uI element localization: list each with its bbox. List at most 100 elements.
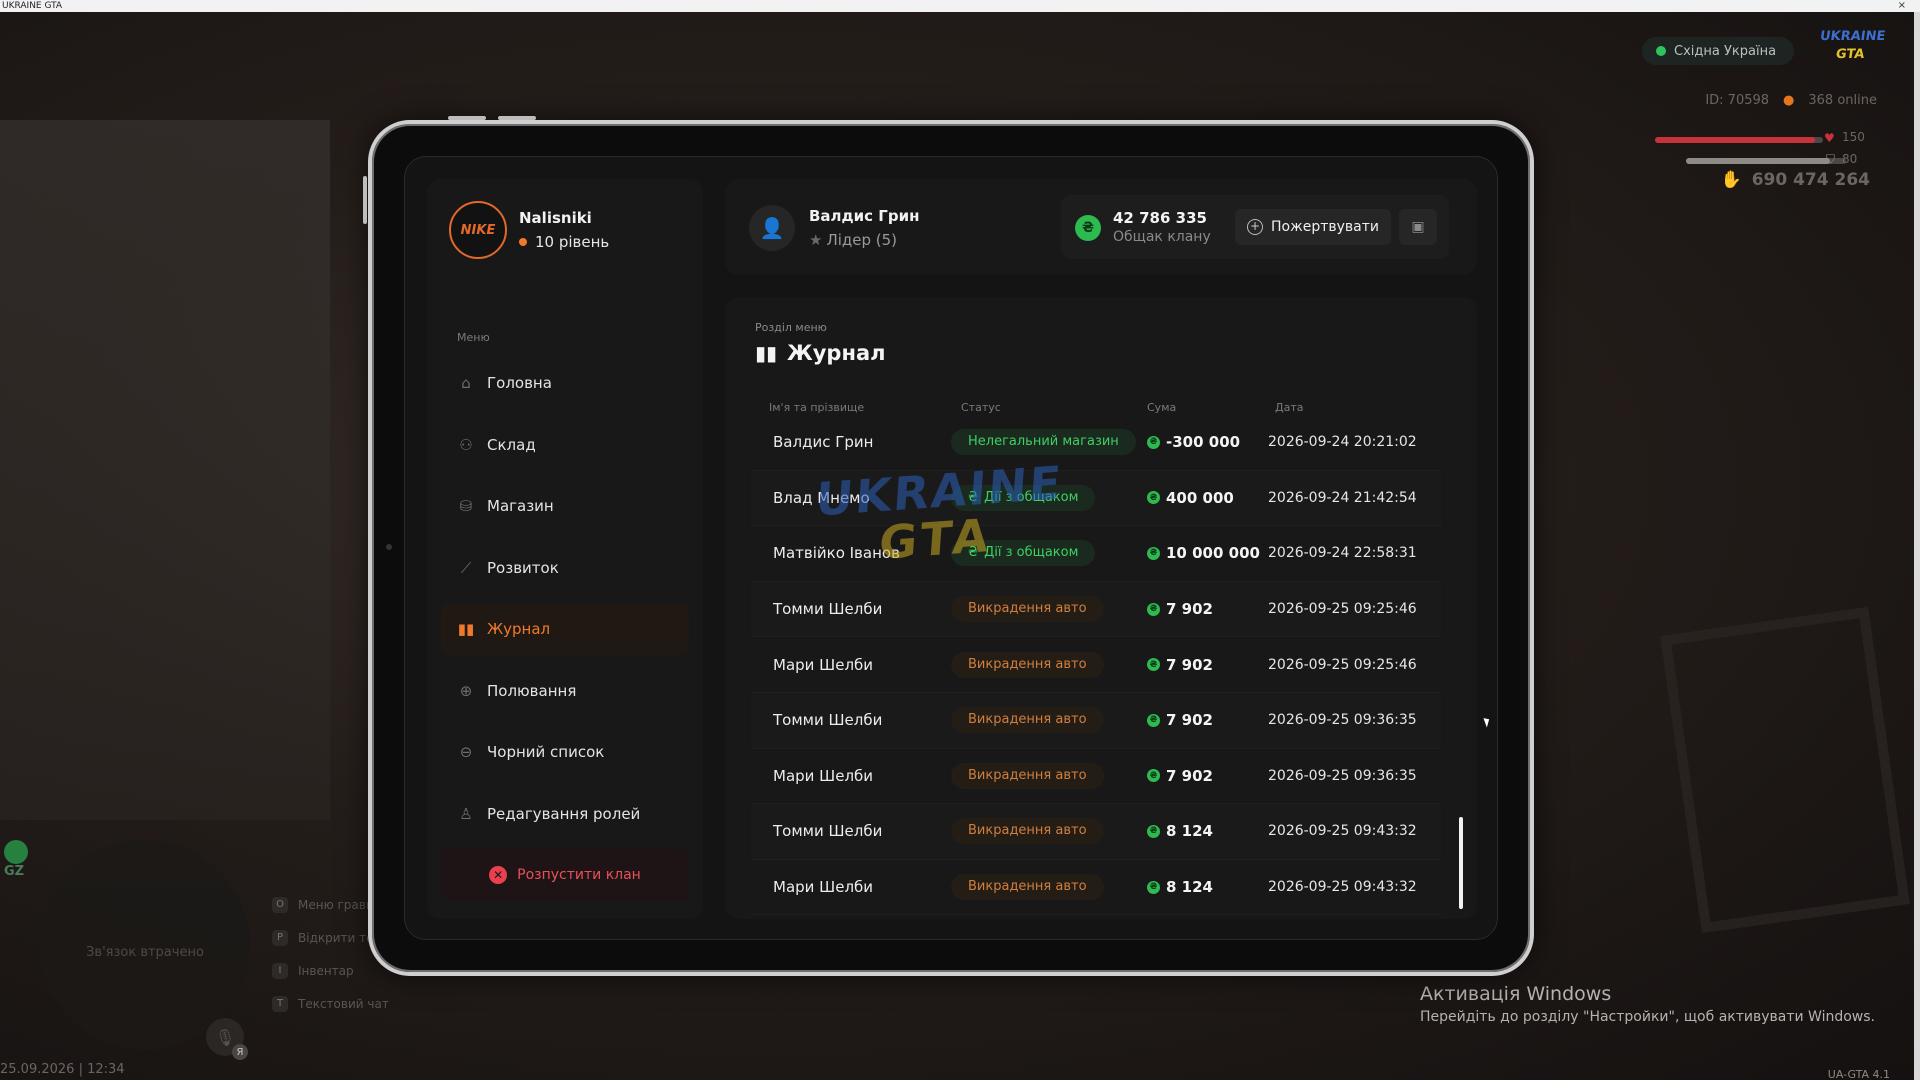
sidebar-item-label: Головна <box>487 374 552 392</box>
clan-level: 10 рівень <box>519 233 609 251</box>
row-sum: ₴ 8 124 <box>1147 878 1213 896</box>
windows-activation-subtitle: Перейдіть до розділу "Настройки", щоб ак… <box>1420 1009 1875 1025</box>
sidebar-item-6[interactable]: ⊖ Чорний список <box>441 726 689 778</box>
clan-avatar: NIKE <box>449 201 507 259</box>
status-badge-text: Викрадення авто <box>968 601 1087 617</box>
background-picture-frame <box>1660 606 1910 934</box>
archive-box-button[interactable]: ▣ <box>1399 209 1437 245</box>
sidebar-item-5[interactable]: ⊕ Полювання <box>441 665 689 717</box>
heart-icon: ♥ <box>1824 131 1835 145</box>
sidebar-item-7[interactable]: ♙ Редагування ролей <box>441 788 689 840</box>
sidebar-item-3[interactable]: ⟋ Розвиток <box>441 542 689 594</box>
microphone-icon: 🎙 Я <box>206 1018 248 1060</box>
archive-box-icon: ▣ <box>1411 219 1425 235</box>
journal-table-body[interactable]: Валдис Грин Нелегальний магазин ₴ -300 000 2… <box>751 415 1441 916</box>
journal-scrollbar-thumb[interactable] <box>1459 817 1463 909</box>
table-row: Мари Шелби Викрадення авто ₴ 7 902 2026-09-2… <box>751 749 1441 805</box>
mouse-cursor <box>1483 716 1492 728</box>
row-date: 2026-09-25 09:43:32 <box>1268 823 1417 840</box>
table-row: Влад Мнемо ₴ Дії з общаком ₴ 400 000 2026-09-… <box>751 470 1441 527</box>
disband-clan-button[interactable]: ✕ Розпустити клан <box>441 849 689 901</box>
row-sum-value: 8 124 <box>1166 822 1213 841</box>
row-sum: ₴ 7 902 <box>1147 600 1213 618</box>
game-logo: UKRAINE GTA <box>1807 28 1895 68</box>
online-fire-icon: ● <box>1783 93 1795 108</box>
row-sum-value: 10 000 000 <box>1166 544 1260 563</box>
key-cap: O <box>272 896 288 913</box>
row-date: 2026-09-25 09:36:35 <box>1268 712 1417 729</box>
status-badge-text: Викрадення авто <box>968 767 1087 783</box>
table-row: Томми Шелби Викрадення авто ₴ 7 902 2026-09-… <box>751 581 1441 638</box>
row-date: 2026-09-24 22:58:31 <box>1268 545 1417 562</box>
sidebar-item-label: Журнал <box>487 620 551 638</box>
plus-circle-icon: + <box>1247 219 1263 235</box>
window-scrollbar[interactable] <box>1914 12 1920 1080</box>
hud-region-name: Східна Україна <box>1674 43 1777 59</box>
row-date: 2026-09-24 20:21:02 <box>1268 434 1417 451</box>
donate-button[interactable]: + Пожертвувати <box>1235 209 1391 245</box>
table-row: Томми Шелби Викрадення авто ₴ 8 124 2026-09-… <box>751 804 1441 860</box>
sidebar-item-label: Полювання <box>487 681 577 700</box>
column-sum: Сума <box>1147 401 1177 414</box>
hryvnia-coin-icon: ₴ <box>1147 435 1160 449</box>
region-dot-icon <box>1656 46 1666 56</box>
row-sum-value: 7 902 <box>1166 600 1213 619</box>
sidebar-item-label: Розвиток <box>487 558 559 577</box>
windows-activation-watermark: Активація Windows Перейдіть до розділу "… <box>1420 983 1875 1025</box>
key-hint-label: Інвентар <box>298 963 354 978</box>
leader-name: Валдис Грин <box>809 207 920 225</box>
sidebar-item-2[interactable]: ⛁ Магазин <box>441 480 689 532</box>
row-sum: ₴ 10 000 000 <box>1147 544 1260 562</box>
health-bar <box>1655 137 1823 143</box>
leader-role: ★ Лідер (5) <box>809 231 919 249</box>
status-badge: Викрадення авто <box>951 707 1104 734</box>
bank-label: Общак клану <box>1113 229 1211 245</box>
sidebar-menu: ⌂ Головна ⚇ Склад ⛁ Магазин ⟋ Розвиток ▮▮ Журнал ⊕… <box>441 357 689 849</box>
row-sum-value: 8 124 <box>1166 878 1213 897</box>
status-badge: Нелегальний магазин <box>951 429 1136 456</box>
window-titlebar: UKRAINE GTA × <box>0 0 1920 12</box>
row-name: Мари Шелби <box>773 655 874 674</box>
clan-bank: ₴ 42 786 335 Общак клану + Пожертвувати … <box>1061 195 1449 259</box>
status-badge-text: Нелегальний магазин <box>968 434 1119 450</box>
row-sum-value: 400 000 <box>1166 488 1234 507</box>
game-logo-top: UKRAINE <box>1818 29 1887 44</box>
crosshair-icon: ⊕ <box>459 681 473 700</box>
hud-ids: ID: 70598 ● 368 online <box>1705 93 1877 108</box>
leader-role-text: Лідер (5) <box>826 231 898 249</box>
tablet-button <box>448 116 486 120</box>
hud-region-badge: Східна Україна <box>1642 37 1795 65</box>
column-status: Статус <box>961 401 1001 414</box>
sidebar-item-label: Магазин <box>487 497 554 515</box>
table-row: Мари Шелби Викрадення авто ₴ 8 124 2026-09-2… <box>751 860 1441 916</box>
user-avatar-icon: 👤 <box>749 205 795 251</box>
tablet-camera <box>386 544 392 550</box>
clan-name: Nalisniki <box>519 209 592 227</box>
donate-label: Пожертвувати <box>1271 219 1379 235</box>
menu-label: Меню <box>457 331 490 344</box>
bank-amount: 42 786 335 <box>1113 209 1207 227</box>
book-icon: ▮▮ <box>457 620 475 638</box>
sidebar-item-1[interactable]: ⚇ Склад <box>441 419 689 471</box>
window-title: UKRAINE GTA <box>2 1 63 11</box>
row-date: 2026-09-25 09:43:32 <box>1268 879 1417 896</box>
sidebar-item-0[interactable]: ⌂ Головна <box>441 357 689 409</box>
chart-icon: ⟋ <box>460 558 472 577</box>
tablet-side-button <box>363 176 367 224</box>
table-row: Мари Шелби Викрадення авто ₴ 7 902 2026-09-2… <box>751 637 1441 693</box>
row-sum-value: 7 902 <box>1166 711 1213 730</box>
status-badge: Викрадення авто <box>951 818 1104 845</box>
hryvnia-coin-icon: ₴ <box>1147 658 1160 672</box>
sidebar-item-4[interactable]: ▮▮ Журнал <box>441 603 689 655</box>
game-version: UA-GTA 4.1 <box>1827 1068 1890 1080</box>
tablet-screen: NIKE Nalisniki 10 рівень Меню ⌂ Головна ⚇ С… <box>404 156 1498 940</box>
window-close-icon[interactable]: × <box>1898 0 1906 12</box>
health-bar-fill <box>1655 137 1815 143</box>
row-name: Влад Мнемо <box>773 488 870 507</box>
user-role-icon: ♙ <box>459 804 473 823</box>
status-badge-text: Викрадення авто <box>968 712 1087 728</box>
key-cap: P <box>272 929 288 946</box>
table-row: Томми Шелби Викрадення авто ₴ 7 902 2026-09-… <box>751 692 1441 749</box>
hryvnia-coin-icon: ₴ <box>1147 880 1160 894</box>
row-date: 2026-09-24 21:42:54 <box>1268 489 1417 506</box>
